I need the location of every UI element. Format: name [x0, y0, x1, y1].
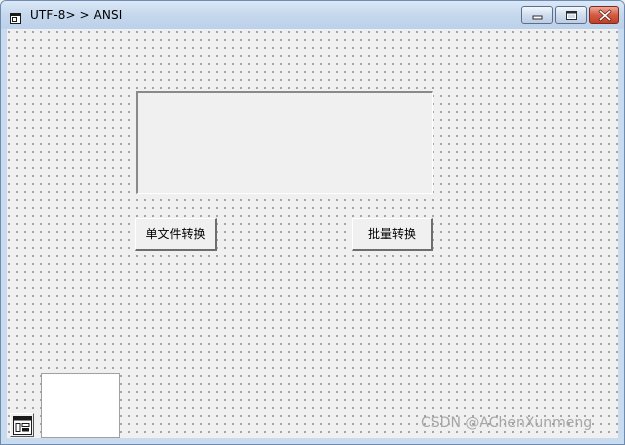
- form-icon: [10, 9, 21, 24]
- minimize-button[interactable]: [521, 6, 553, 24]
- form-design-surface[interactable]: 单文件转换 批量转换: [7, 29, 618, 438]
- window-bottom-border: [1, 438, 624, 444]
- single-file-convert-button[interactable]: 单文件转换: [135, 218, 217, 251]
- picture-box[interactable]: [41, 373, 120, 438]
- batch-convert-button[interactable]: 批量转换: [352, 218, 433, 251]
- maximize-icon: [566, 11, 577, 20]
- maximize-button[interactable]: [555, 6, 587, 24]
- close-icon: [598, 9, 612, 22]
- title-bar[interactable]: UTF-8> > ANSI: [1, 1, 624, 29]
- vb-form-window: UTF-8> > ANSI 单文件转换 批量转换 CSDN @AChenXunm…: [0, 0, 625, 445]
- output-textbox[interactable]: [136, 91, 433, 194]
- minimize-icon: [532, 15, 543, 20]
- close-button[interactable]: [589, 6, 619, 24]
- form-designer-icon[interactable]: [10, 413, 34, 437]
- watermark: CSDN @AChenXunmeng: [421, 415, 593, 431]
- window-title: UTF-8> > ANSI: [30, 8, 123, 22]
